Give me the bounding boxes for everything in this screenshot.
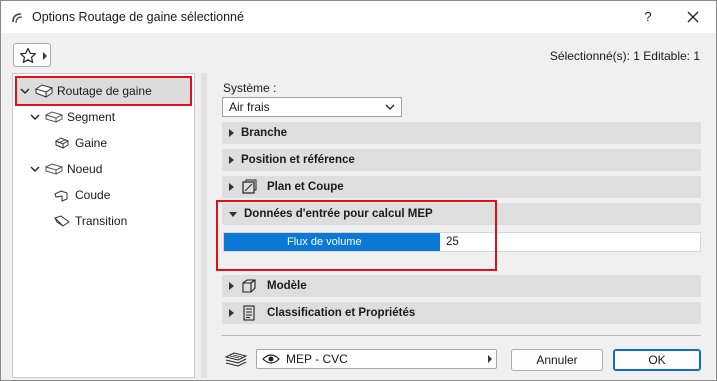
translator-select[interactable]: MEP - CVC bbox=[256, 349, 497, 369]
plan-section-icon bbox=[242, 179, 257, 194]
chevron-down-icon[interactable] bbox=[29, 163, 41, 175]
expand-arrow-icon bbox=[229, 183, 234, 191]
cancel-button[interactable]: Annuler bbox=[511, 349, 603, 371]
ok-button[interactable]: OK bbox=[613, 349, 701, 371]
title-bar: Options Routage de gaine sélectionné ? bbox=[1, 1, 716, 33]
eye-icon bbox=[262, 354, 280, 364]
tree-item-label: Segment bbox=[67, 110, 116, 124]
translator-label: MEP - CVC bbox=[286, 352, 348, 366]
chevron-down-icon bbox=[385, 104, 395, 110]
layers-icon[interactable] bbox=[224, 351, 248, 367]
tree-item-label: Gaine bbox=[75, 136, 108, 150]
tree-item-gaine[interactable]: Gaine bbox=[53, 132, 107, 154]
tree-item-label: Routage de gaine bbox=[57, 84, 152, 98]
tree-item-routage-de-gaine[interactable]: Routage de gaine bbox=[19, 80, 152, 102]
chevron-down-icon[interactable] bbox=[19, 85, 31, 97]
tree-item-label: Noeud bbox=[67, 162, 103, 176]
tree-item-segment[interactable]: Segment bbox=[29, 106, 115, 128]
expand-arrow-icon bbox=[229, 156, 234, 164]
section-label: Position et référence bbox=[241, 154, 355, 166]
system-select[interactable]: Air frais bbox=[222, 97, 402, 117]
close-button[interactable] bbox=[678, 6, 708, 28]
settings-tree: Routage de gaine Segment Gaine Noeud Cou… bbox=[12, 73, 195, 378]
section-label: Branche bbox=[241, 127, 288, 139]
tree-item-coude[interactable]: Coude bbox=[53, 184, 110, 206]
footer-separator bbox=[222, 335, 701, 336]
expand-arrow-icon bbox=[229, 309, 234, 317]
properties-doc-icon bbox=[243, 305, 255, 321]
highlight-box-mep bbox=[216, 200, 497, 271]
selection-info: Sélectionné(s): 1 Editable: 1 bbox=[549, 49, 700, 63]
close-icon bbox=[687, 11, 699, 23]
tree-item-noeud[interactable]: Noeud bbox=[29, 158, 102, 180]
expand-arrow-icon bbox=[229, 129, 234, 137]
duct-node-icon bbox=[45, 163, 63, 175]
panel-splitter[interactable] bbox=[201, 73, 207, 378]
expand-arrow-icon bbox=[229, 282, 234, 290]
duct-route-icon bbox=[35, 84, 53, 98]
section-classification-proprietes[interactable]: Classification et Propriétés bbox=[222, 302, 701, 324]
tree-item-transition[interactable]: Transition bbox=[53, 210, 127, 232]
section-plan-et-coupe[interactable]: Plan et Coupe bbox=[222, 176, 701, 198]
section-label: Classification et Propriétés bbox=[267, 307, 416, 319]
transition-icon bbox=[54, 215, 70, 227]
star-icon bbox=[20, 47, 36, 63]
chevron-right-icon bbox=[488, 355, 492, 363]
system-label: Système : bbox=[223, 81, 277, 95]
duct-segment-icon bbox=[45, 111, 63, 123]
section-position-et-reference[interactable]: Position et référence bbox=[222, 149, 701, 171]
model-cube-icon bbox=[242, 279, 256, 293]
help-button[interactable]: ? bbox=[633, 6, 663, 28]
section-label: Plan et Coupe bbox=[267, 181, 344, 193]
section-label: Modèle bbox=[267, 280, 307, 292]
system-select-value: Air frais bbox=[229, 100, 270, 114]
tree-item-label: Coude bbox=[75, 188, 111, 202]
elbow-icon bbox=[54, 190, 68, 202]
section-modele[interactable]: Modèle bbox=[222, 275, 701, 297]
dialog-window: Options Routage de gaine sélectionné ? S… bbox=[0, 0, 717, 381]
favorites-button[interactable] bbox=[13, 43, 51, 67]
duct-routing-app-icon bbox=[12, 13, 23, 24]
chevron-down-icon[interactable] bbox=[29, 111, 41, 123]
section-branche[interactable]: Branche bbox=[222, 122, 701, 144]
tree-item-label: Transition bbox=[75, 214, 128, 228]
dialog-title: Options Routage de gaine sélectionné bbox=[32, 10, 244, 24]
chevron-right-icon bbox=[43, 52, 47, 60]
duct-icon bbox=[54, 137, 70, 149]
